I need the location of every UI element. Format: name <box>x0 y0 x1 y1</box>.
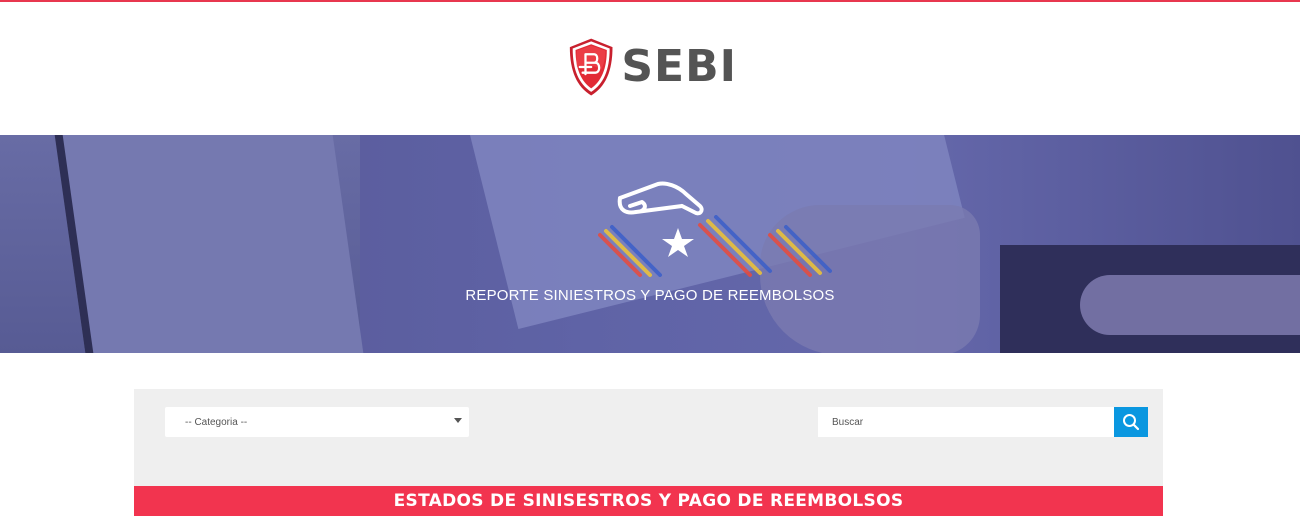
site-header: SEBI <box>0 2 1300 135</box>
hand-star-icon <box>617 181 704 257</box>
section-title: ESTADOS DE SINISESTROS Y PAGO DE REEMBOL… <box>393 491 904 511</box>
brand-logo[interactable]: SEBI <box>567 24 737 110</box>
chevron-down-icon <box>454 418 462 423</box>
category-select[interactable]: -- Categoria -- <box>165 407 469 437</box>
brand-name: SEBI <box>621 41 737 92</box>
section-header: ESTADOS DE SINISESTROS Y PAGO DE REEMBOL… <box>134 486 1163 516</box>
category-selected-value: -- Categoria -- <box>185 416 248 428</box>
hero-title: REPORTE SINIESTROS Y PAGO DE REEMBOLSOS <box>465 287 835 304</box>
search-input[interactable] <box>818 407 1114 437</box>
filter-panel: -- Categoria -- <box>134 389 1163 486</box>
search-icon <box>1123 414 1140 431</box>
search-button[interactable] <box>1114 407 1148 437</box>
hero-banner: REPORTE SINIESTROS Y PAGO DE REEMBOLSOS <box>0 135 1300 353</box>
shield-sb-icon <box>569 38 613 96</box>
